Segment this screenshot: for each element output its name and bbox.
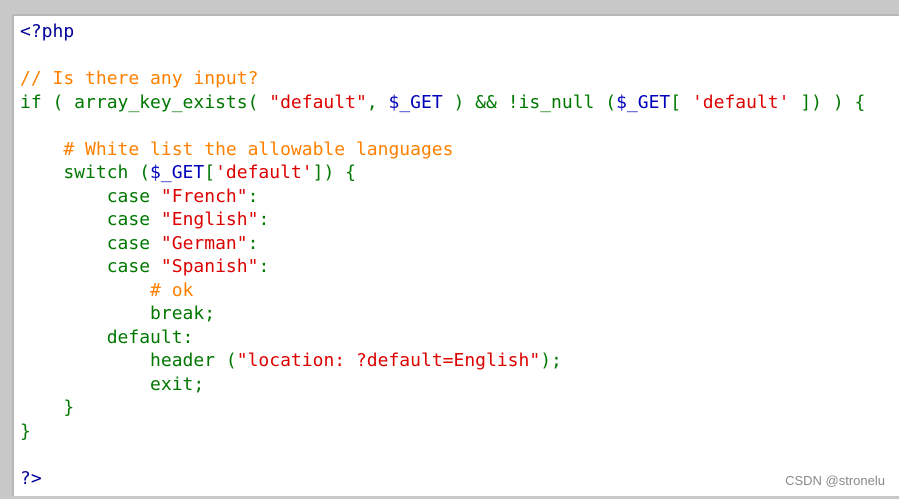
code-token: [	[670, 91, 692, 113]
code-panel: <?php // Is there any input? if ( array_k…	[12, 14, 899, 496]
php-code-block: <?php // Is there any input? if ( array_k…	[20, 20, 865, 490]
code-token: if ( array_key_exists(	[20, 91, 270, 113]
code-token: :	[258, 209, 270, 230]
code-token: $_GET	[388, 91, 443, 113]
code-token: $_GET	[616, 91, 671, 113]
code-line: default:	[20, 326, 865, 350]
code-token: :	[258, 256, 270, 277]
code-token: ) && !is_null (	[442, 91, 617, 113]
code-token: case	[20, 209, 161, 230]
code-token: "Spanish"	[160, 256, 259, 277]
code-line: switch ($_GET['default']) {	[20, 161, 865, 185]
code-line: # White list the allowable languages	[20, 138, 865, 162]
code-token: "default"	[269, 91, 367, 113]
code-line: exit;	[20, 373, 865, 397]
code-token: <?php	[20, 21, 75, 42]
code-line: break;	[20, 302, 865, 326]
code-token: case	[20, 185, 161, 207]
code-token: break;	[20, 303, 216, 324]
csdn-watermark: CSDN @stronelu	[785, 473, 885, 488]
code-token: ,	[366, 91, 389, 113]
code-token: # White list the allowable languages	[20, 138, 454, 160]
code-token: [	[204, 162, 216, 183]
code-line: ?>	[20, 467, 865, 491]
code-line: header ("location: ?default=English");	[20, 349, 865, 373]
code-line: }	[20, 420, 865, 444]
code-token: case	[20, 232, 161, 254]
code-line: if ( array_key_exists( "default", $_GET …	[20, 91, 865, 115]
code-token: :	[247, 232, 259, 254]
code-token: ]) ) {	[789, 91, 866, 113]
code-token: "German"	[160, 232, 248, 254]
code-token: }	[20, 397, 75, 418]
code-line: <?php	[20, 20, 865, 44]
code-line: # ok	[20, 279, 865, 303]
code-token: default:	[20, 326, 194, 348]
code-token: # ok	[20, 279, 194, 301]
code-token: header (	[20, 350, 237, 371]
code-token: }	[20, 420, 31, 442]
code-line: case "German":	[20, 232, 865, 256]
code-line: case "French":	[20, 185, 865, 209]
code-token: "English"	[160, 209, 259, 230]
code-line: }	[20, 396, 865, 420]
code-token: ?>	[20, 467, 42, 489]
code-line: case "Spanish":	[20, 255, 865, 279]
code-token: :	[247, 185, 259, 207]
code-token: );	[540, 350, 562, 371]
code-token: "French"	[160, 185, 248, 207]
code-token: ]) {	[312, 162, 356, 183]
code-line: case "English":	[20, 208, 865, 232]
code-token: case	[20, 256, 161, 277]
code-token: 'default'	[691, 91, 790, 113]
code-token: exit;	[20, 373, 205, 395]
code-token: switch (	[20, 162, 151, 183]
code-token: $_GET	[150, 162, 205, 183]
code-line: // Is there any input?	[20, 67, 865, 91]
code-token: // Is there any input?	[20, 68, 259, 89]
code-token: 'default'	[215, 162, 313, 183]
code-token: "location: ?default=English"	[236, 350, 541, 371]
